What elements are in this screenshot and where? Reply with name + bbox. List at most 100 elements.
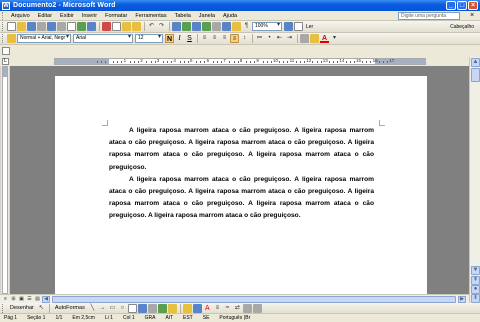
menu-arquivo[interactable]: Arquivo (7, 13, 34, 19)
fill-color-icon[interactable] (182, 303, 192, 313)
toolbar-options-icon[interactable]: ▾ (330, 34, 339, 43)
print-icon[interactable] (57, 22, 66, 31)
autoshapes-menu-button[interactable]: AutoFormas (55, 305, 85, 311)
outline-view-icon[interactable]: ☰ (26, 296, 33, 303)
format-painter-icon[interactable] (132, 22, 141, 31)
document-map-icon[interactable] (232, 22, 241, 31)
highlight-icon[interactable] (310, 34, 319, 43)
research-icon[interactable] (87, 22, 96, 31)
line-tool-icon[interactable]: ╲ (88, 304, 97, 313)
insert-excel-icon[interactable] (202, 22, 211, 31)
columns-icon[interactable] (212, 22, 221, 31)
previous-page-icon[interactable]: ⇞ (471, 276, 480, 285)
new-document-icon[interactable] (7, 22, 16, 31)
reading-layout-icon[interactable]: ▤ (34, 296, 41, 303)
print-layout-icon[interactable]: ▣ (18, 296, 25, 303)
clip-art-icon[interactable] (157, 303, 167, 313)
horizontal-scrollbar[interactable]: ◀ ▶ (42, 296, 466, 303)
arrow-tool-icon[interactable]: → (98, 304, 107, 313)
font-color-button[interactable]: A (320, 34, 329, 43)
insert-table-icon[interactable] (192, 22, 201, 31)
save-icon[interactable] (27, 22, 36, 31)
permission-icon[interactable] (37, 22, 46, 31)
header-button[interactable]: Cabeçalho (450, 24, 474, 30)
vertical-scroll-thumb[interactable] (471, 68, 480, 82)
underline-button[interactable]: S (185, 34, 194, 43)
next-page-icon[interactable]: ⇟ (471, 294, 480, 303)
arrow-style-icon[interactable]: ⇄ (233, 304, 242, 313)
bold-button[interactable]: N (165, 34, 174, 43)
justify-icon[interactable]: ≡ (230, 34, 239, 43)
numbering-icon[interactable]: ≔ (255, 34, 264, 43)
vertical-scrollbar[interactable]: ▲ ▼ ⇞ ● ⇟ (469, 57, 480, 303)
web-layout-icon[interactable]: ⊞ (10, 296, 17, 303)
tables-borders-icon[interactable] (182, 22, 191, 31)
line-color-icon[interactable] (192, 303, 202, 313)
document-body-text[interactable]: A ligeira raposa marrom ataca o cão preg… (109, 125, 374, 223)
align-left-icon[interactable]: ≡ (200, 34, 209, 43)
diagram-icon[interactable] (147, 303, 157, 313)
show-hide-icon[interactable]: ¶ (242, 22, 251, 31)
undo-icon[interactable]: ↶ (147, 22, 156, 31)
horizontal-ruler[interactable]: 1 2 3 4 5 6 7 8 9 10 11 12 13 14 15 16 17 (54, 58, 426, 65)
read-button[interactable]: Ler (306, 24, 313, 30)
styles-formatting-icon[interactable] (7, 34, 16, 43)
menu-inserir[interactable]: Inserir (78, 13, 101, 19)
read-icon[interactable] (294, 22, 303, 31)
menu-ferramentas[interactable]: Ferramentas (131, 13, 170, 19)
status-rec[interactable]: GRA (145, 315, 156, 321)
toolbar-grip[interactable] (2, 34, 5, 43)
font-size-select[interactable]: 12 (135, 34, 163, 43)
line-style-icon[interactable]: ≡ (213, 304, 222, 313)
shadow-style-icon[interactable] (242, 303, 252, 313)
insert-picture-icon[interactable] (167, 303, 177, 313)
cut-icon[interactable] (102, 22, 111, 31)
browse-object-icon[interactable]: ● (471, 285, 480, 294)
align-center-icon[interactable]: ≡ (210, 34, 219, 43)
3d-style-icon[interactable] (252, 303, 262, 313)
word-app-icon[interactable]: W (2, 1, 10, 10)
email-icon[interactable] (47, 22, 56, 31)
tab-stop-selector-icon[interactable]: L (2, 58, 9, 65)
drawing-icon[interactable] (222, 22, 231, 31)
status-trk[interactable]: AlT (166, 315, 174, 321)
status-ext[interactable]: EST (183, 315, 193, 321)
borders-icon[interactable] (300, 34, 309, 43)
maximize-button[interactable]: □ (457, 1, 467, 10)
spelling-icon[interactable] (77, 22, 86, 31)
align-right-icon[interactable]: ≡ (220, 34, 229, 43)
draw-font-color-button[interactable]: A (203, 304, 212, 313)
paste-icon[interactable] (122, 22, 131, 31)
scroll-up-icon[interactable]: ▲ (471, 58, 480, 67)
toolbar-grip[interactable] (2, 303, 5, 313)
menu-formatar[interactable]: Formatar (101, 13, 131, 19)
vertical-ruler-track[interactable] (2, 66, 8, 294)
increase-indent-icon[interactable]: ⇥ (285, 34, 294, 43)
hyperlink-icon[interactable] (172, 22, 181, 31)
line-spacing-icon[interactable]: ↕ (240, 34, 249, 43)
select-objects-icon[interactable]: ↖ (37, 304, 46, 313)
italic-button[interactable]: I (175, 34, 184, 43)
paragraph[interactable]: A ligeira raposa marrom ataca o cão preg… (109, 174, 374, 223)
menu-ajuda[interactable]: Ajuda (219, 13, 241, 19)
wordart-icon[interactable] (137, 303, 147, 313)
oval-tool-icon[interactable]: ○ (118, 304, 127, 313)
tab-selector-icon[interactable] (2, 47, 10, 55)
menu-janela[interactable]: Janela (195, 13, 219, 19)
paragraph[interactable]: A ligeira raposa marrom ataca o cão preg… (109, 125, 374, 174)
close-button[interactable]: × (468, 1, 478, 10)
scroll-down-icon[interactable]: ▼ (471, 266, 480, 275)
print-preview-icon[interactable] (67, 22, 76, 31)
zoom-select[interactable]: 100% (252, 22, 282, 31)
menu-exibir[interactable]: Exibir (56, 13, 78, 19)
rectangle-tool-icon[interactable]: ▭ (108, 304, 117, 313)
status-ovr[interactable]: SE (203, 315, 210, 321)
scroll-left-icon[interactable]: ◀ (42, 296, 50, 303)
text-box-icon[interactable] (127, 303, 137, 313)
bullets-icon[interactable]: • (265, 34, 274, 43)
draw-menu-button[interactable]: Desenhar (10, 305, 34, 311)
help-question-input[interactable]: Digite uma pergunta (398, 12, 460, 20)
menu-grip[interactable] (2, 11, 5, 20)
menu-editar[interactable]: Editar (34, 13, 56, 19)
normal-view-icon[interactable]: ≡ (2, 296, 9, 303)
